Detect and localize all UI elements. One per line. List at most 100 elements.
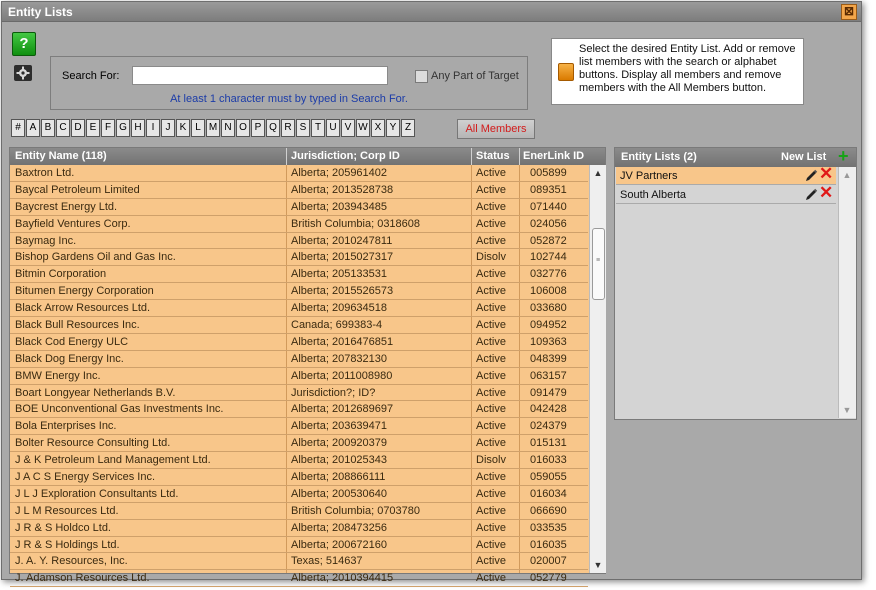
column-divider[interactable] [471,148,472,165]
cell-entity-name: J A C S Energy Services Inc. [15,471,156,484]
scroll-thumb[interactable]: ≡ [592,228,605,300]
table-row[interactable]: BMW Energy Inc. Alberta; 2011008980 Active… [10,368,588,385]
grid-scrollbar[interactable]: ▲ ≡ ▼ [589,165,606,573]
alpha-button[interactable]: U [326,119,340,137]
cell-enerlink-id: 106008 [530,285,567,298]
cell-enerlink-id: 109363 [530,335,567,348]
column-header-status[interactable]: Status [476,150,510,162]
alpha-button[interactable]: T [311,119,325,137]
cell-jurisdiction: Alberta; 205133531 [291,268,388,281]
alpha-button[interactable]: M [206,119,220,137]
cell-status: Active [476,521,506,534]
alpha-button[interactable]: Y [386,119,400,137]
cell-entity-name: Baxtron Ltd. [15,167,75,179]
table-row[interactable]: Black Dog Energy Inc. Alberta; 207832130 A… [10,351,588,368]
cell-entity-name: J L M Resources Ltd. [15,504,119,517]
pencil-icon[interactable] [804,168,818,183]
alpha-button[interactable]: G [116,119,130,137]
alpha-button[interactable]: R [281,119,295,137]
any-part-checkbox[interactable] [415,70,428,83]
lists-scrollbar[interactable]: ▲ ▼ [838,167,856,418]
close-button[interactable]: ⊠ [841,4,857,20]
pencil-icon[interactable] [804,187,818,202]
title-bar[interactable]: Entity Lists ⊠ [2,2,861,22]
table-row[interactable]: J & K Petroleum Land Management Ltd. Albe… [10,452,588,470]
scroll-down-arrow[interactable]: ▼ [590,558,606,572]
delete-icon[interactable]: ✕ [819,184,833,202]
table-row[interactable]: J L M Resources Ltd. British Columbia; 07… [10,503,588,520]
alpha-button[interactable]: I [146,119,160,137]
new-list-label[interactable]: New List [781,151,826,163]
alpha-button[interactable]: P [251,119,265,137]
table-row[interactable]: BOE Unconventional Gas Investments Inc. A… [10,401,588,419]
column-divider[interactable] [519,148,520,165]
alpha-button[interactable]: Z [401,119,415,137]
table-row[interactable]: Baycrest Energy Ltd. Alberta; 203943485 Ac… [10,199,588,216]
column-header-enerlink-id[interactable]: EnerLink ID [523,150,584,162]
table-row[interactable]: Bola Enterprises Inc. Alberta; 203639471 A… [10,418,588,436]
alpha-button[interactable]: A [26,119,40,137]
alpha-button[interactable]: F [101,119,115,137]
alpha-button[interactable]: O [236,119,250,137]
table-row[interactable]: Baxtron Ltd. Alberta; 205961402 Active 0058… [10,165,588,182]
table-row[interactable]: Bishop Gardens Oil and Gas Inc. Alberta; … [10,249,588,267]
table-row[interactable]: J L J Exploration Consultants Ltd. Albert… [10,486,588,503]
alpha-button[interactable]: J [161,119,175,137]
cell-entity-name: J R & S Holdings Ltd. [15,538,120,551]
cell-enerlink-id: 005899 [530,167,567,179]
alpha-button[interactable]: Q [266,119,280,137]
cell-jurisdiction: Alberta; 207832130 [291,352,388,365]
table-row[interactable]: Boart Longyear Netherlands B.V. Jurisdict… [10,385,588,402]
cell-jurisdiction: Canada; 699383-4 [291,319,383,332]
table-row[interactable]: J. A. Y. Resources, Inc. Texas; 514637 Act… [10,553,588,571]
table-row[interactable]: J A C S Energy Services Inc. Alberta; 208… [10,469,588,486]
table-row[interactable]: Bayfield Ventures Corp. British Columbia;… [10,216,588,233]
cell-enerlink-id: 016033 [530,454,567,467]
table-row[interactable]: J. Adamson Resources Ltd. Alberta; 201039… [10,570,588,588]
table-row[interactable]: Bitumen Energy Corporation Alberta; 20155… [10,283,588,301]
entity-list-item[interactable]: South Alberta ✕ [616,184,836,204]
alpha-button[interactable]: X [371,119,385,137]
grid-header: Entity Name (118) Jurisdiction; Corp ID … [10,148,605,165]
cell-jurisdiction: Alberta; 208866111 [291,471,386,484]
column-header-jurisdiction[interactable]: Jurisdiction; Corp ID [291,150,400,162]
alpha-button[interactable]: V [341,119,355,137]
add-list-icon[interactable]: + [838,147,849,165]
table-row[interactable]: Baycal Petroleum Limited Alberta; 2013528… [10,182,588,199]
cell-status: Active [476,268,506,281]
table-row[interactable]: Black Bull Resources Inc. Canada; 699383-… [10,317,588,334]
table-row[interactable]: Black Cod Energy ULC Alberta; 2016476851 A… [10,334,588,351]
table-row[interactable]: Bolter Resource Consulting Ltd. Alberta; … [10,435,588,453]
alpha-button[interactable]: K [176,119,190,137]
alpha-button[interactable]: C [56,119,70,137]
table-row[interactable]: Black Arrow Resources Ltd. Alberta; 20963… [10,300,588,318]
delete-icon[interactable]: ✕ [819,165,833,183]
scroll-down-arrow[interactable]: ▼ [839,403,855,417]
entity-list-item[interactable]: JV Partners ✕ [616,165,836,185]
all-members-button[interactable]: All Members [457,119,535,139]
table-row[interactable]: Baymag Inc. Alberta; 2010247811 Active 0528… [10,233,588,250]
scroll-up-arrow[interactable]: ▲ [590,166,606,180]
gear-icon[interactable] [13,64,33,82]
cell-jurisdiction: Alberta; 209634518 [291,302,388,315]
scroll-up-arrow[interactable]: ▲ [839,168,855,182]
search-input[interactable] [132,66,388,85]
table-row[interactable]: Bitmin Corporation Alberta; 205133531 Acti… [10,266,588,284]
column-divider[interactable] [286,148,287,165]
help-button[interactable]: ? [12,32,36,56]
alpha-button[interactable]: B [41,119,55,137]
cell-jurisdiction: Texas; 514637 [291,555,363,568]
alpha-button[interactable]: W [356,119,370,137]
alpha-button[interactable]: N [221,119,235,137]
alpha-button[interactable]: # [11,119,25,137]
alpha-button[interactable]: H [131,119,145,137]
alpha-button[interactable]: E [86,119,100,137]
column-header-entity-name[interactable]: Entity Name (118) [15,150,107,162]
cell-entity-name: BMW Energy Inc. [15,369,101,382]
alpha-button[interactable]: L [191,119,205,137]
table-row[interactable]: J R & S Holdings Ltd. Alberta; 200672160 A… [10,537,588,554]
table-row[interactable]: J R & S Holdco Ltd. Alberta; 208473256 Act… [10,520,588,537]
alpha-button[interactable]: D [71,119,85,137]
alpha-button[interactable]: S [296,119,310,137]
cell-status: Active [476,335,506,348]
